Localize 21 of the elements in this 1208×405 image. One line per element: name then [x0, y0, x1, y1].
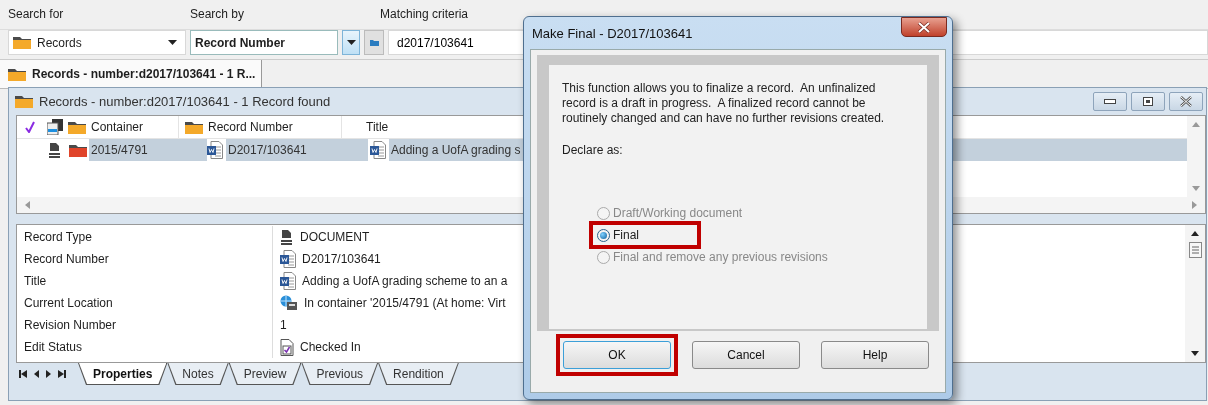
- property-label: Record Type: [24, 230, 92, 244]
- property-label: Current Location: [24, 296, 113, 310]
- declare-label: Declare as:: [562, 143, 623, 157]
- property-label: Revision Number: [24, 318, 117, 332]
- description-text: This function allows you to finalize a record. An unfinalized record is a draft in progress. A finalized record cannot be routinely changed and can have no further revisions created.: [562, 81, 886, 126]
- property-value: Adding a UofA grading scheme to an a: [302, 274, 508, 288]
- field-label: Matching criteria: [380, 7, 469, 21]
- property-value: Checked In: [300, 340, 361, 354]
- field-label: Search by: [190, 7, 245, 21]
- field-label: Search for: [8, 7, 64, 21]
- property-label: Record Number: [24, 252, 109, 266]
- property-value: D2017/103641: [302, 252, 381, 266]
- property-label: Edit Status: [24, 340, 83, 354]
- table-cell: D2017/103641: [226, 139, 368, 161]
- property-label: Title: [24, 274, 47, 288]
- window-title: Records - number:d2017/103641 - 1 Record found: [39, 94, 331, 109]
- table-cell: 2015/4791: [89, 139, 207, 161]
- property-value: In container '2015/4791 (At home: Virt: [304, 296, 506, 310]
- dialog-title: Make Final - D2017/103641: [532, 25, 693, 41]
- property-value: 1: [280, 318, 287, 332]
- property-value: DOCUMENT: [300, 230, 370, 244]
